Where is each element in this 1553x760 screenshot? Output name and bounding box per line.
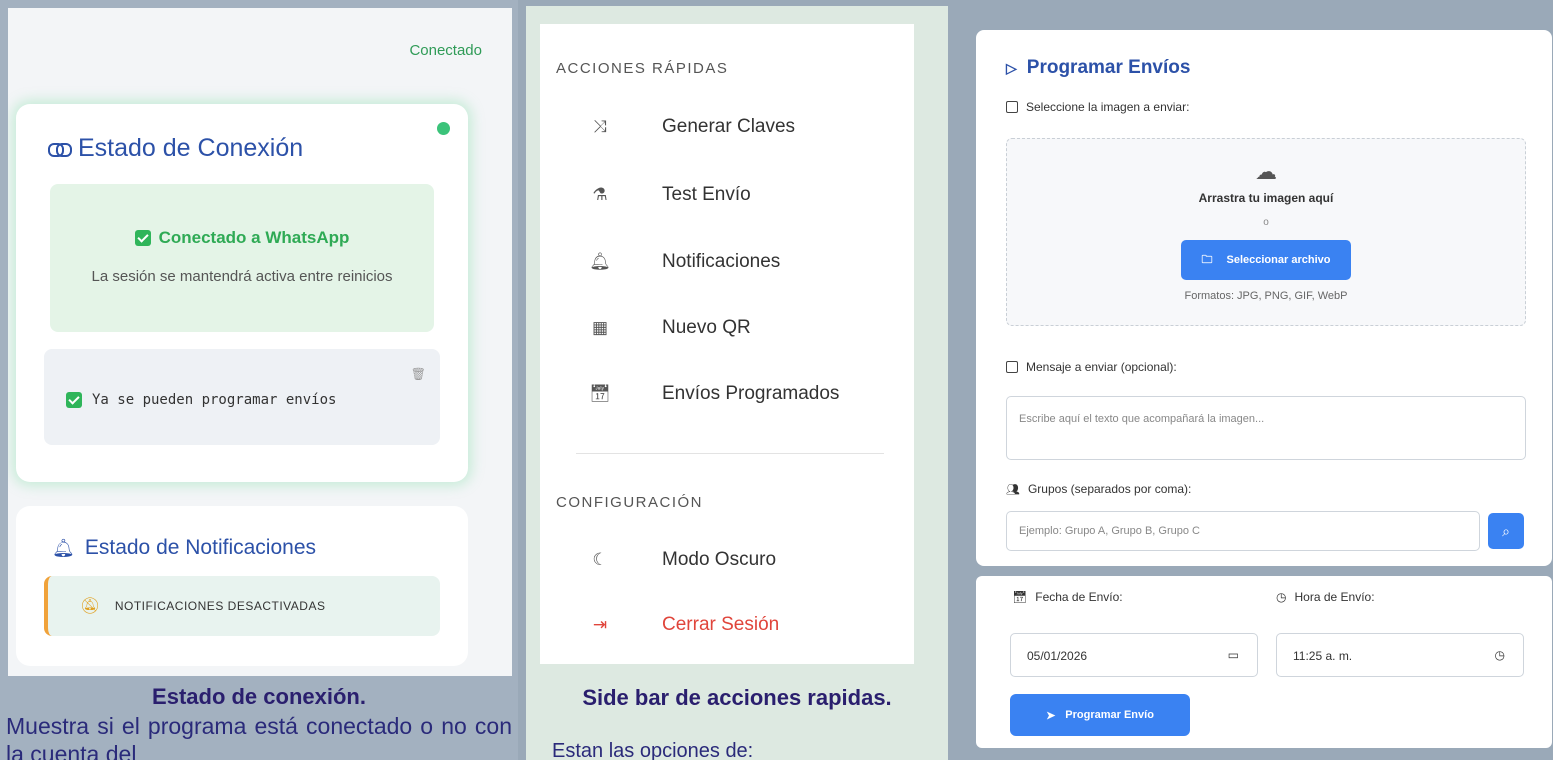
groups-label: 👥︎ Grupos (separados por coma): [1006, 482, 1192, 496]
select-file-button[interactable]: 🗀 Seleccionar archivo [1181, 240, 1351, 280]
formats-note: Formatos: JPG, PNG, GIF, WebP [1184, 290, 1348, 302]
header-connection-status: Conectado [409, 42, 482, 59]
time-input[interactable]: 11:25 a. m. ◷ [1276, 633, 1524, 677]
sidebar-screenshot: ACCIONES RÁPIDAS ⤨ Generar Claves ⚗ Test… [540, 24, 914, 664]
shuffle-icon: ⤨ [593, 117, 607, 136]
divider [576, 453, 884, 454]
calendar-icon: 📅︎ [1012, 590, 1028, 604]
qr-icon: ▦ [591, 318, 609, 337]
session-note: La sesión se mantendrá activa entre rein… [91, 268, 393, 285]
bell-icon: 🔔︎ [589, 252, 611, 271]
date-label: 📅︎ Fecha de Envío: [1012, 590, 1123, 604]
image-icon [1006, 101, 1018, 113]
caption-title: Estado de conexión. [152, 684, 366, 709]
status-dot-icon [437, 122, 450, 135]
link-icon [48, 142, 72, 157]
check-icon [66, 392, 82, 408]
play-icon: ▷ [1006, 59, 1017, 76]
dropzone-text: Arrastra tu imagen aquí [1198, 191, 1334, 205]
clear-icon[interactable]: 🗑 [411, 367, 426, 381]
schedule-datetime-form: 📅︎ Fecha de Envío: ◷ Hora de Envío: 05/0… [976, 576, 1552, 748]
notifications-status-box: 🔕︎ NOTIFICACIONES DESACTIVADAS [44, 576, 440, 636]
message-textarea[interactable]: Escribe aquí el texto que acompañará la … [1006, 396, 1526, 460]
image-dropzone[interactable]: ☁ Arrastra tu imagen aquí o 🗀 Selecciona… [1006, 138, 1526, 326]
image-label: Seleccione la imagen a enviar: [1006, 100, 1189, 114]
caption-text: Estan las opciones de: [552, 740, 754, 760]
message-icon [1006, 361, 1018, 373]
section-quick-actions: ACCIONES RÁPIDAS [556, 60, 729, 77]
notifications-card: 🔔︎ Estado de Notificaciones 🔕︎ NOTIFICAC… [16, 506, 468, 666]
section-configuracion: CONFIGURACIÓN [556, 494, 703, 511]
search-groups-button[interactable]: ⌕ [1488, 513, 1524, 549]
clock-picker-icon[interactable]: ◷ [1495, 648, 1505, 662]
group-icon: 👥︎ [1006, 483, 1020, 496]
schedule-ready-box: 🗑 Ya se pueden programar envíos [44, 349, 440, 445]
folder-icon: 🗀 [1201, 253, 1213, 266]
bell-icon: 🔔︎ [52, 537, 75, 558]
sidebar-item-cerrar-sesion[interactable]: ⇥ Cerrar Sesión [588, 614, 779, 636]
time-label: ◷ Hora de Envío: [1276, 590, 1375, 604]
connection-panel: Conectado Estado de Conexión Conectado a… [0, 0, 518, 760]
date-input[interactable]: 05/01/2026 ▭ [1010, 633, 1258, 677]
calendar-picker-icon[interactable]: ▭ [1228, 648, 1239, 662]
schedule-form: ▷ Programar Envíos Seleccione la imagen … [976, 30, 1552, 566]
moon-icon: ☾ [592, 550, 608, 569]
clock-icon: ◷ [1276, 590, 1287, 604]
sidebar-item-notificaciones[interactable]: 🔔︎ Notificaciones [588, 251, 780, 273]
whatsapp-status: Conectado a WhatsApp [158, 228, 350, 247]
dropzone-or: o [1263, 217, 1269, 228]
sidebar-panel: ACCIONES RÁPIDAS ⤨ Generar Claves ⚗ Test… [526, 6, 948, 760]
connection-title: Estado de Conexión [48, 134, 303, 163]
groups-input[interactable]: Ejemplo: Grupo A, Grupo B, Grupo C [1006, 511, 1480, 551]
notifications-status: NOTIFICACIONES DESACTIVADAS [114, 599, 326, 613]
sidebar-item-modo-oscuro[interactable]: ☾ Modo Oscuro [588, 549, 776, 571]
caption-title: Side bar de acciones rapidas. [582, 685, 892, 710]
calendar-arrow-icon: 📅︎ [589, 384, 611, 403]
message-label: Mensaje a enviar (opcional): [1006, 360, 1177, 374]
logout-icon: ⇥ [592, 615, 608, 634]
search-icon: ⌕ [1502, 522, 1510, 539]
sidebar-item-generar-claves[interactable]: ⤨ Generar Claves [588, 116, 795, 138]
connection-screenshot: Conectado Estado de Conexión Conectado a… [8, 8, 512, 676]
cloud-upload-icon: ☁ [1255, 159, 1277, 184]
sidebar-item-test-envio[interactable]: ⚗ Test Envío [588, 184, 750, 206]
form-title: ▷ Programar Envíos [1006, 57, 1191, 78]
send-icon: ➤ [1046, 709, 1056, 722]
notifications-title: 🔔︎ Estado de Notificaciones [52, 536, 316, 559]
schedule-panel: ▷ Programar Envíos Seleccione la imagen … [958, 10, 1553, 760]
schedule-send-button[interactable]: ➤ Programar Envío [1010, 694, 1190, 736]
ready-note: Ya se pueden programar envíos [92, 392, 337, 408]
connection-status-card: Estado de Conexión Conectado a WhatsApp … [16, 104, 468, 482]
bell-off-icon: 🔕︎ [80, 598, 101, 615]
whatsapp-status-box: Conectado a WhatsApp La sesión se manten… [50, 184, 434, 332]
check-icon [134, 230, 151, 246]
flask-icon: ⚗ [592, 185, 608, 204]
sidebar-item-nuevo-qr[interactable]: ▦ Nuevo QR [588, 317, 751, 339]
sidebar-item-envios-programados[interactable]: 📅︎ Envíos Programados [588, 383, 839, 405]
caption-text: Muestra si el programa está conectado o … [6, 713, 512, 760]
